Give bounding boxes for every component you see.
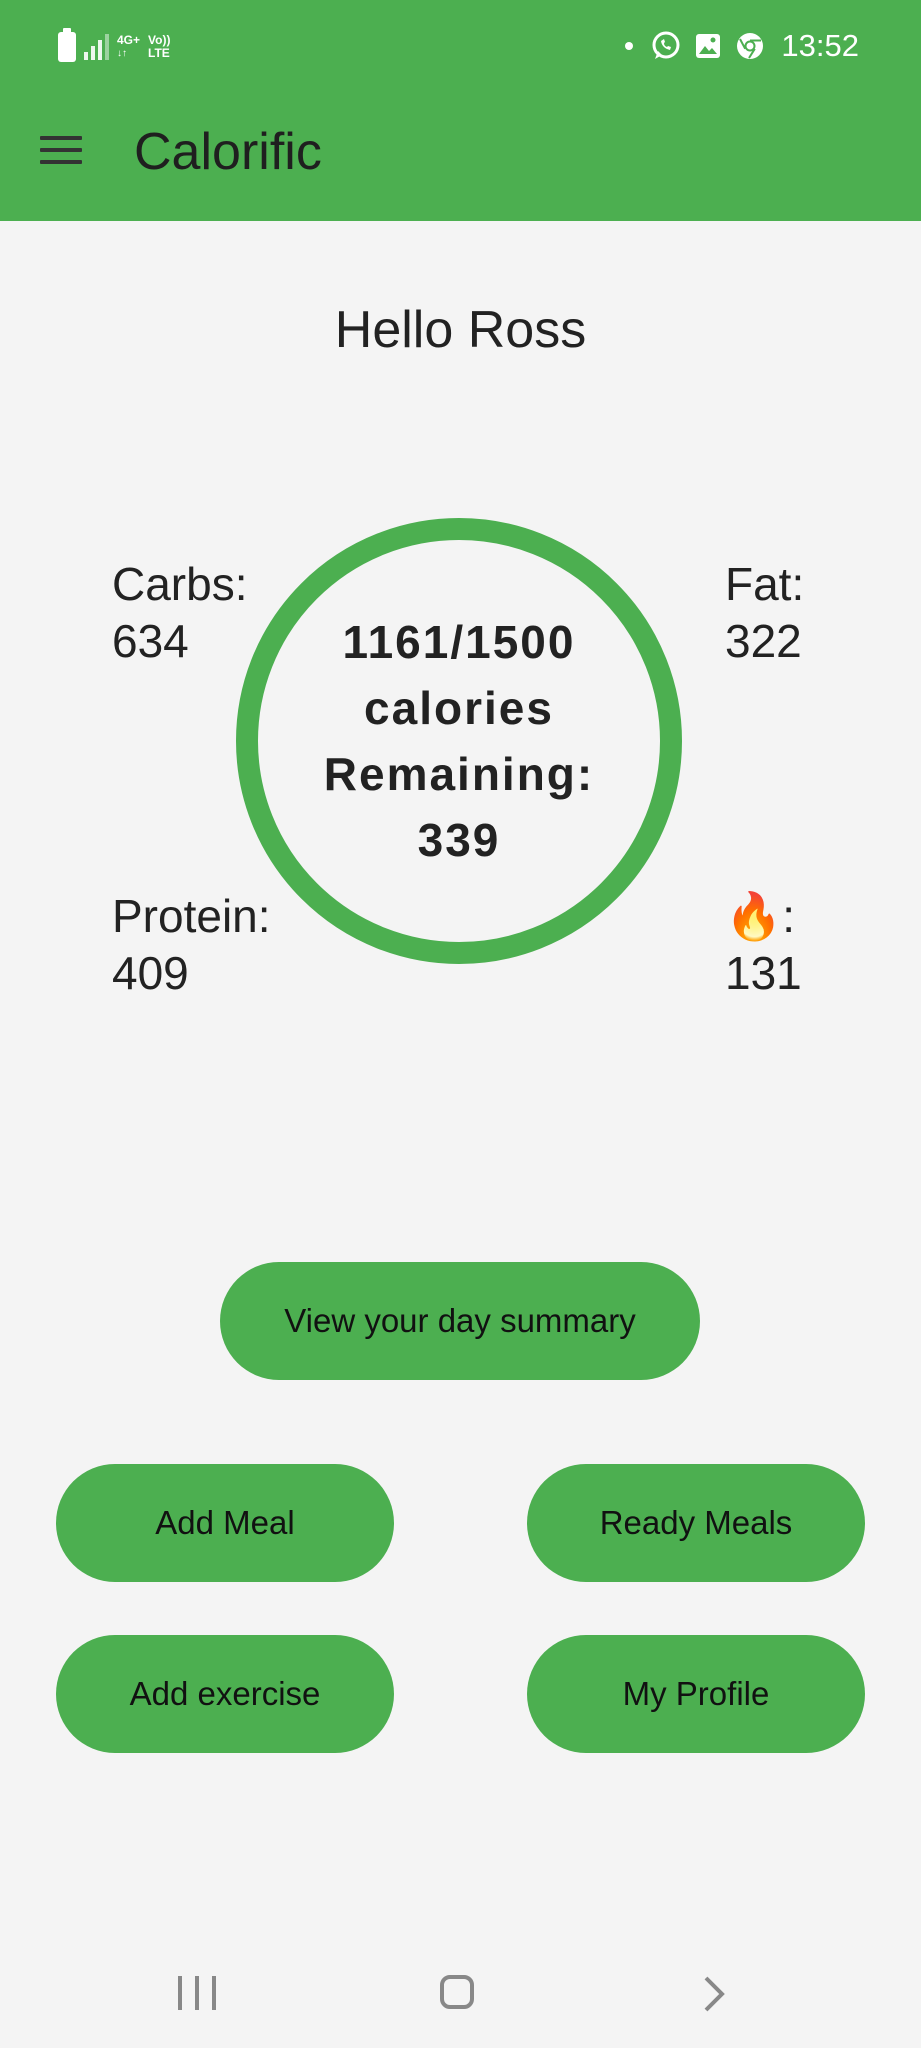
status-left: 4G+ ↓↑ Vo)) LTE [58, 28, 170, 64]
burned-calories-stat: 🔥: 131 [725, 888, 802, 1002]
protein-stat: Protein: 409 [112, 888, 271, 1002]
chrome-icon [737, 33, 764, 59]
fat-value: 322 [725, 615, 802, 667]
view-day-summary-button[interactable]: View your day summary [220, 1262, 700, 1380]
status-right: 13:52 [625, 26, 859, 66]
add-meal-button[interactable]: Add Meal [56, 1464, 394, 1582]
hamburger-menu-icon[interactable] [40, 132, 84, 168]
battery-icon [58, 28, 76, 62]
app-title: Calorific [134, 123, 322, 181]
signal-icon [84, 34, 109, 60]
fat-stat: Fat: 322 [725, 556, 804, 670]
carbs-value: 634 [112, 615, 189, 667]
network-label-bottom: LTE [148, 46, 170, 60]
fat-label: Fat: [725, 558, 805, 610]
protein-value: 409 [112, 947, 189, 999]
network-label-top: 4G+ [117, 33, 141, 47]
recents-icon[interactable] [178, 1976, 216, 2010]
network-indicator: 4G+ ↓↑ [117, 33, 141, 60]
system-navigation-bar [0, 1940, 921, 2048]
remaining-value: 339 [417, 814, 501, 866]
carbs-label: Carbs: [112, 558, 248, 610]
status-bar: 4G+ ↓↑ Vo)) LTE 13:52 [0, 0, 921, 92]
volte-indicator: Vo)) LTE [148, 34, 170, 60]
home-icon[interactable] [440, 1975, 474, 2009]
remaining-label: Remaining: [323, 748, 595, 800]
status-time: 13:52 [781, 28, 859, 63]
app-header: 4G+ ↓↑ Vo)) LTE 13:52 Calorific [0, 0, 921, 221]
my-profile-button[interactable]: My Profile [527, 1635, 865, 1753]
carbs-stat: Carbs: 634 [112, 556, 247, 670]
gallery-icon [696, 34, 721, 58]
back-chevron-icon[interactable] [700, 1974, 730, 2014]
whatsapp-icon [652, 31, 680, 59]
add-exercise-button[interactable]: Add exercise [56, 1635, 394, 1753]
notification-dot-icon [625, 42, 634, 50]
greeting-text: Hello Ross [334, 301, 587, 359]
ready-meals-button[interactable]: Ready Meals [527, 1464, 865, 1582]
protein-label: Protein: [112, 890, 271, 942]
burned-value: 131 [725, 947, 802, 999]
calories-unit-label: calories [364, 682, 554, 734]
calorie-progress-ring: 1161/1500 calories Remaining: 339 [236, 518, 682, 964]
calories-consumed-of-goal: 1161/1500 [342, 616, 576, 668]
burned-label: 🔥: [725, 890, 796, 942]
